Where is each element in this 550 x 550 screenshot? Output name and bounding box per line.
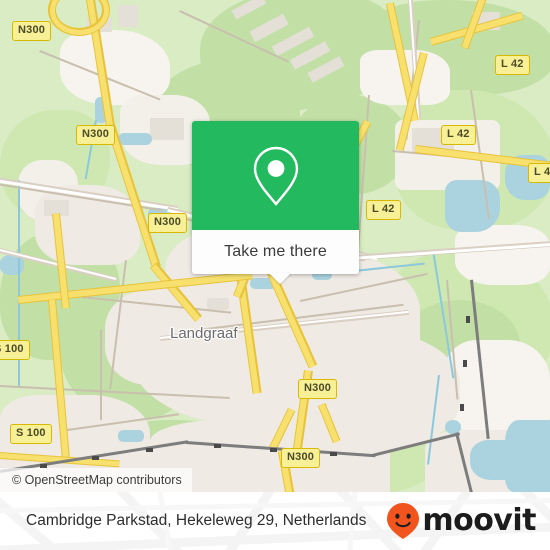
road-shield-l42-4: L 42 [528,163,550,183]
map-attribution[interactable]: © OpenStreetMap contributors [0,468,192,492]
footer-bar: Cambridge Parkstad, Hekeleweg 29, Nether… [0,492,550,550]
road-shield-l42-1: L 42 [495,55,530,75]
road-shield-n300-2: N300 [76,125,116,145]
moovit-logo[interactable]: moovit [386,502,536,540]
road-shield-l42-2: L 42 [441,125,476,145]
road-shield-n300-3: N300 [148,213,188,233]
take-me-there-label: Take me there [224,243,327,260]
map-canvas[interactable]: Landgraaf N300 N300 N300 N300 N300 L 42 … [0,0,550,492]
road-shield-s100-1: S 100 [0,340,30,360]
moovit-wordmark: moovit [422,503,536,538]
road-shield-n300-1: N300 [12,21,52,41]
popup-action-bar[interactable]: Take me there [192,230,359,284]
road-shield-n300-4: N300 [298,379,338,399]
road-shield-l42-3: L 42 [366,200,401,220]
attribution-text: © OpenStreetMap contributors [12,473,182,487]
location-popup[interactable]: Take me there [192,121,359,284]
map-screenshot: Landgraaf N300 N300 N300 N300 N300 L 42 … [0,0,550,550]
road-shield-n300-5: N300 [281,448,321,468]
popup-pointer-tail [269,273,291,284]
moovit-smiley-pin-icon [387,503,420,539]
road-shield-s100-2: S 100 [10,424,52,444]
address-label: Cambridge Parkstad, Hekeleweg 29, Nether… [26,512,367,529]
map-pin-icon [253,146,298,206]
popup-image-panel [192,121,359,230]
